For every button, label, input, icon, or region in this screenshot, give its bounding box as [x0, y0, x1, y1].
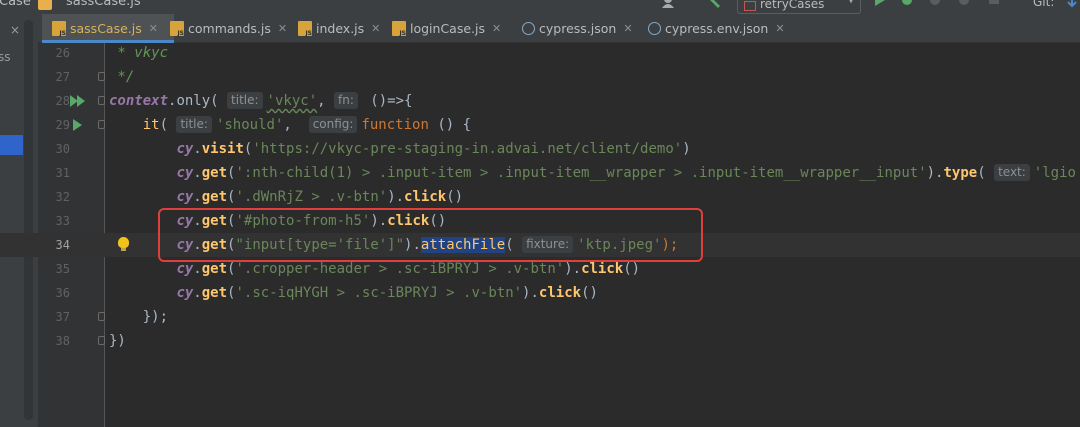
code-line-31[interactable]: 31 cy.get(':nth-child(1) > .input-item >… — [0, 161, 1080, 185]
code-line-32[interactable]: 32 cy.get('.dWnRjZ > .v-btn').click() — [0, 185, 1080, 209]
js-file-icon — [392, 20, 406, 37]
debug-icon[interactable] — [900, 0, 912, 10]
code-text: it( title:'should', config: function () { — [142, 116, 472, 133]
line-number[interactable]: 34 — [40, 233, 70, 257]
fold-marker-icon[interactable] — [98, 312, 105, 321]
code-text: }); — [142, 309, 169, 325]
tab-cypress-env-json[interactable]: cypress.env.json ✕ — [648, 14, 785, 42]
hammer-icon[interactable] — [708, 0, 720, 8]
close-panel-icon[interactable]: × — [10, 23, 20, 37]
code-line-30[interactable]: 30 cy.visit('https://vkyc-pre-staging-in… — [0, 137, 1080, 161]
code-line-36[interactable]: 36 cy.get('.sc-iqHYGH > .sc-iBPRYJ > .v-… — [0, 281, 1080, 305]
line-number[interactable]: 35 — [40, 257, 70, 281]
js-file-icon — [170, 20, 184, 37]
run-config-label: retryCases — [760, 0, 825, 11]
code-text: context.only( title:'vkyc', fn: ()=>{ — [109, 92, 413, 109]
tab-label: cypress.json — [539, 20, 617, 36]
user-icon[interactable] — [662, 0, 674, 8]
stop-icon[interactable] — [988, 0, 1000, 10]
tab-cypress-json[interactable]: cypress.json ✕ — [522, 14, 633, 42]
param-hint: title: — [176, 116, 212, 133]
js-file-icon — [52, 20, 66, 37]
line-number[interactable]: 38 — [40, 329, 70, 353]
git-label[interactable]: Git: — [1033, 0, 1054, 9]
close-tab-icon[interactable]: ✕ — [149, 22, 158, 35]
editor-tab-bar: sassCase.js ✕ commands.js ✕ index.js ✕ l… — [38, 14, 1080, 43]
run-configuration-selector[interactable]: retryCases ▼ — [737, 0, 861, 14]
line-number[interactable]: 29 — [40, 113, 70, 137]
code-line-38[interactable]: 38 }) — [0, 329, 1080, 353]
param-hint: title: — [227, 92, 263, 109]
line-number[interactable]: 28 — [40, 89, 70, 113]
line-number[interactable]: 26 — [40, 41, 70, 65]
code-comment: */ — [109, 69, 135, 85]
breadcrumb-file[interactable]: sassCase.js — [66, 0, 141, 9]
tab-logincase-js[interactable]: loginCase.js ✕ — [392, 14, 501, 42]
line-number[interactable]: 33 — [40, 209, 70, 233]
code-text: cy.visit('https://vkyc-pre-staging-in.ad… — [176, 141, 691, 157]
top-toolbar: Case sassCase.js retryCases ▼ Git: — [0, 0, 1080, 15]
tab-label: cypress.env.json — [665, 20, 769, 36]
tab-label: index.js — [316, 20, 365, 36]
code-text: cy.get('.sc-iqHYGH > .sc-iBPRYJ > .v-btn… — [176, 285, 598, 301]
tab-commands-js[interactable]: commands.js ✕ — [170, 14, 287, 42]
line-number[interactable]: 31 — [40, 161, 70, 185]
git-update-icon[interactable] — [1066, 0, 1078, 8]
tab-sasscase-js[interactable]: sassCase.js ✕ — [42, 14, 174, 43]
code-line-27[interactable]: 27 */ — [0, 65, 1080, 89]
close-tab-icon[interactable]: ✕ — [492, 22, 501, 35]
param-hint: fn: — [333, 92, 358, 109]
chevron-down-icon: ▼ — [847, 0, 854, 6]
close-tab-icon[interactable]: ✕ — [775, 22, 784, 35]
code-line-28[interactable]: 28 context.only( title:'vkyc', fn: ()=>{ — [0, 89, 1080, 113]
tab-label: loginCase.js — [410, 20, 485, 36]
tab-label: sassCase.js — [70, 20, 142, 36]
code-comment: * vkyc — [109, 45, 169, 61]
fold-marker-icon[interactable] — [98, 96, 105, 105]
code-line-29[interactable]: 29 it( title:'should', config: function (… — [0, 113, 1080, 137]
fold-marker-icon[interactable] — [98, 336, 105, 345]
run-test-icon[interactable] — [73, 119, 82, 131]
line-number[interactable]: 30 — [40, 137, 70, 161]
json-file-icon — [522, 21, 535, 35]
code-text: }) — [109, 333, 126, 349]
annotation-highlight-box — [158, 208, 703, 262]
run-icon[interactable] — [874, 0, 886, 10]
code-text: cy.get(':nth-child(1) > .input-item > .i… — [176, 164, 1076, 181]
code-line-37[interactable]: 37 }); — [0, 305, 1080, 329]
close-tab-icon[interactable]: ✕ — [371, 22, 380, 35]
line-number[interactable]: 32 — [40, 185, 70, 209]
line-number[interactable]: 37 — [40, 305, 70, 329]
coverage-icon[interactable] — [928, 0, 940, 10]
code-text: cy.get('.dWnRjZ > .v-btn').click() — [176, 189, 464, 205]
run-suite-icon-second[interactable] — [77, 95, 85, 107]
profile-icon[interactable] — [957, 0, 969, 10]
code-line-26[interactable]: 26 * vkyc — [0, 41, 1080, 65]
param-hint: text: — [994, 164, 1030, 181]
breadcrumb-project[interactable]: Case — [0, 0, 31, 9]
tab-label: commands.js — [188, 20, 271, 36]
close-tab-icon[interactable]: ✕ — [278, 22, 287, 35]
js-file-icon — [38, 0, 52, 10]
line-number[interactable]: 27 — [40, 65, 70, 89]
fold-marker-icon[interactable] — [98, 120, 105, 129]
param-hint: config: — [308, 116, 358, 133]
fold-marker-icon[interactable] — [98, 72, 105, 81]
close-tab-icon[interactable]: ✕ — [623, 22, 632, 35]
cypress-config-icon — [744, 1, 756, 11]
tab-index-js[interactable]: index.js ✕ — [298, 14, 380, 42]
js-file-icon — [298, 20, 312, 37]
json-file-icon — [648, 21, 661, 35]
line-number[interactable]: 36 — [40, 281, 70, 305]
